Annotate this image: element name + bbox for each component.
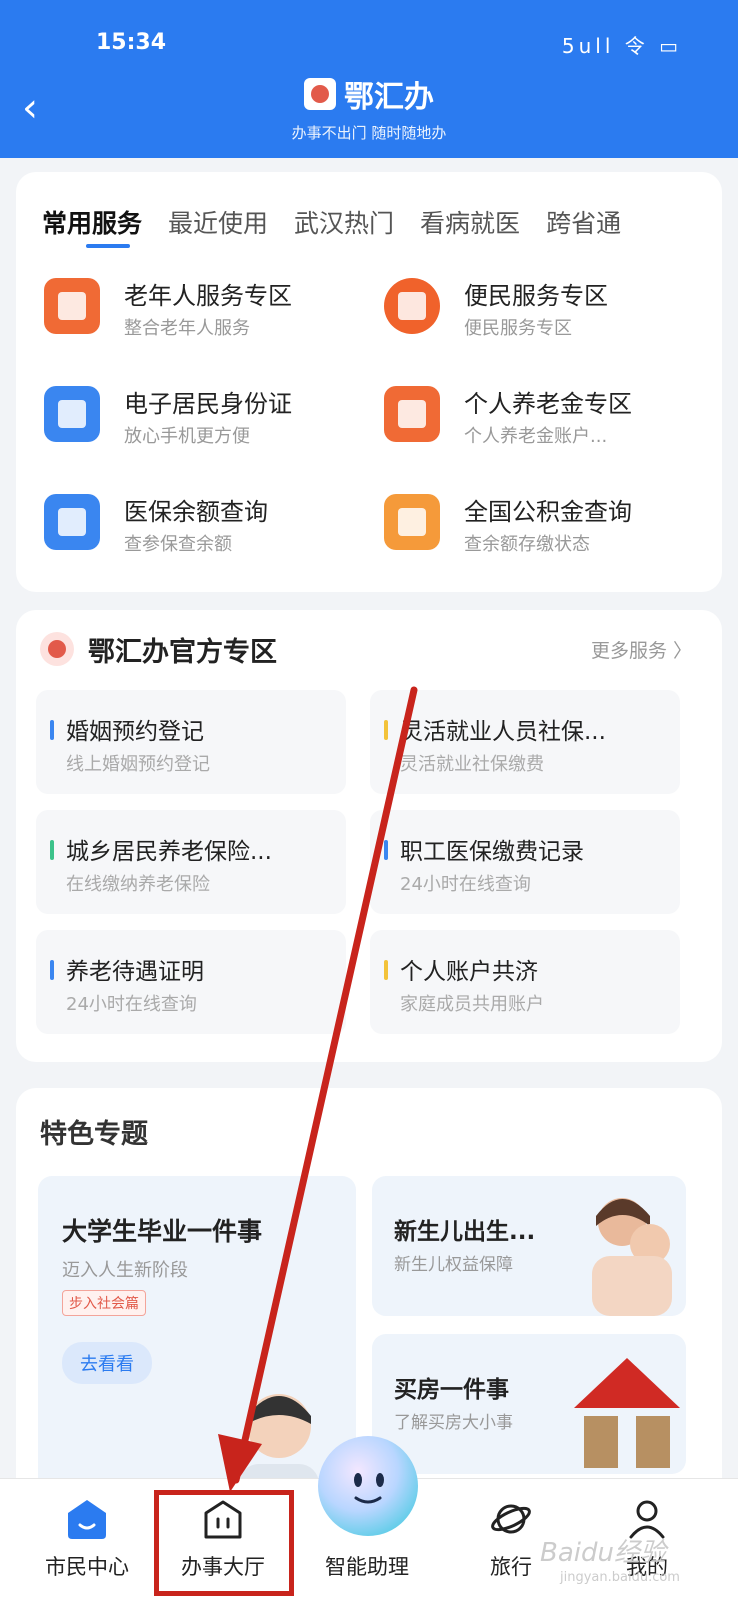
zone-item-pension-proof[interactable]: 养老待遇证明 24小时在线查询 xyxy=(36,930,346,1034)
mother-baby-illustration xyxy=(592,1198,672,1316)
tab-common-services[interactable]: 常用服务 xyxy=(42,204,142,240)
tab-citizen-center[interactable]: 市民中心 xyxy=(22,1493,152,1581)
tab-medical[interactable]: 看病就医 xyxy=(420,204,520,240)
feature-title: 新生儿出生... xyxy=(394,1219,536,1245)
service-convenience[interactable]: 便民服务专区 便民服务专区 xyxy=(368,264,688,354)
feature-newborn[interactable]: 新生儿出生... 新生儿权益保障 xyxy=(372,1176,686,1316)
tile-subtitle: 24小时在线查询 xyxy=(66,994,197,1015)
tile-subtitle: 在线缴纳养老保险 xyxy=(66,874,210,895)
service-title: 医保余额查询 xyxy=(124,498,268,526)
elderly-icon xyxy=(44,278,100,334)
top-header: 15:34 5ull 令 ▭ ‹ 鄂汇办 办事不出门 随时随地办 xyxy=(0,0,738,158)
watermark-text: Baidu经验 xyxy=(540,1538,666,1568)
tab-label: 市民中心 xyxy=(45,1555,129,1579)
service-title: 个人养老金专区 xyxy=(464,390,632,418)
featured-title: 特色专题 xyxy=(40,1119,148,1150)
service-medical-balance[interactable]: 医保余额查询 查参保查余额 xyxy=(28,480,348,570)
service-subtitle: 查参保查余额 xyxy=(124,534,232,555)
citizen-center-icon xyxy=(68,1500,106,1539)
status-time: 15:34 xyxy=(96,30,167,55)
tile-title: 养老待遇证明 xyxy=(66,959,204,985)
app-title: 鄂汇办 xyxy=(344,80,434,115)
tile-title: 城乡居民养老保险... xyxy=(66,839,272,865)
service-tabs: 常用服务 最近使用 武汉热门 看病就医 跨省通 xyxy=(42,204,621,240)
watermark-url: jingyan.baidu.com xyxy=(560,1570,680,1585)
service-title: 便民服务专区 xyxy=(464,282,608,310)
assistant-face-icon xyxy=(354,1473,384,1504)
smart-assistant-icon[interactable] xyxy=(318,1436,418,1536)
status-icons: 5ull 令 ▭ xyxy=(561,34,682,58)
zone-item-account-sharing[interactable]: 个人账户共济 家庭成员共用账户 xyxy=(370,930,680,1034)
go-see-button[interactable]: 去看看 xyxy=(62,1342,152,1384)
tab-recent[interactable]: 最近使用 xyxy=(168,204,268,240)
tab-cross-province[interactable]: 跨省通 xyxy=(546,204,621,240)
tile-accent xyxy=(50,720,54,740)
feature-buy-house[interactable]: 买房一件事 了解买房大小事 xyxy=(372,1334,686,1474)
service-elderly[interactable]: 老年人服务专区 整合老年人服务 xyxy=(28,264,348,354)
official-zone-card: 鄂汇办官方专区 更多服务 〉 婚姻预约登记 线上婚姻预约登记 灵活就业人员社保.… xyxy=(16,610,722,1062)
pension-icon xyxy=(384,386,440,442)
highlight-box xyxy=(154,1490,294,1596)
zone-item-marriage[interactable]: 婚姻预约登记 线上婚姻预约登记 xyxy=(36,690,346,794)
tile-subtitle: 线上婚姻预约登记 xyxy=(66,754,210,775)
medical-card-icon xyxy=(44,494,100,550)
app-logo-icon xyxy=(304,78,336,110)
common-services-card: 常用服务 最近使用 武汉热门 看病就医 跨省通 老年人服务专区 整合老年人服务 … xyxy=(16,172,722,592)
tile-accent xyxy=(384,720,388,740)
zone-item-resident-pension[interactable]: 城乡居民养老保险... 在线缴纳养老保险 xyxy=(36,810,346,914)
hands-icon xyxy=(384,278,440,334)
service-subtitle: 个人养老金账户... xyxy=(464,426,608,447)
service-title: 全国公积金查询 xyxy=(464,498,632,526)
travel-icon xyxy=(491,1504,531,1534)
tile-subtitle: 24小时在线查询 xyxy=(400,874,531,895)
service-title: 老年人服务专区 xyxy=(124,282,292,310)
active-tab-indicator xyxy=(86,244,130,248)
tile-accent xyxy=(50,960,54,980)
feature-subtitle: 了解买房大小事 xyxy=(394,1413,513,1433)
tab-wuhan-hot[interactable]: 武汉热门 xyxy=(294,204,394,240)
service-subtitle: 整合老年人服务 xyxy=(124,318,250,339)
service-subtitle: 放心手机更方便 xyxy=(124,426,250,447)
zone-item-medical-records[interactable]: 职工医保缴费记录 24小时在线查询 xyxy=(370,810,680,914)
app-brand: 鄂汇办 办事不出门 随时随地办 xyxy=(0,72,738,143)
service-title: 电子居民身份证 xyxy=(124,390,292,418)
tile-title: 个人账户共济 xyxy=(400,959,538,985)
service-housing-fund[interactable]: 全国公积金查询 查余额存缴状态 xyxy=(368,480,688,570)
house-coins-illustration xyxy=(574,1358,680,1468)
tile-accent xyxy=(384,840,388,860)
tab-label: 智能助理 xyxy=(325,1555,409,1579)
house-fund-icon xyxy=(384,494,440,550)
tile-accent xyxy=(50,840,54,860)
service-subtitle: 便民服务专区 xyxy=(464,318,572,339)
tile-accent xyxy=(384,960,388,980)
feature-badge: 步入社会篇 xyxy=(62,1290,146,1316)
service-pension[interactable]: 个人养老金专区 个人养老金账户... xyxy=(368,372,688,462)
tile-title: 婚姻预约登记 xyxy=(66,719,204,745)
tile-subtitle: 家庭成员共用账户 xyxy=(400,994,544,1015)
zone-item-flexible-employment[interactable]: 灵活就业人员社保... 灵活就业社保缴费 xyxy=(370,690,680,794)
feature-title: 买房一件事 xyxy=(394,1377,509,1403)
id-card-icon xyxy=(44,386,100,442)
service-e-id[interactable]: 电子居民身份证 放心手机更方便 xyxy=(28,372,348,462)
zone-title: 鄂汇办官方专区 xyxy=(88,637,277,668)
zone-logo-icon xyxy=(40,632,74,666)
app-slogan: 办事不出门 随时随地办 xyxy=(291,124,447,142)
tile-title: 职工医保缴费记录 xyxy=(400,839,584,865)
more-services-link[interactable]: 更多服务 〉 xyxy=(591,636,692,663)
feature-subtitle: 迈入人生新阶段 xyxy=(62,1260,188,1281)
tile-subtitle: 灵活就业社保缴费 xyxy=(400,754,544,775)
tile-title: 灵活就业人员社保... xyxy=(400,719,606,745)
feature-subtitle: 新生儿权益保障 xyxy=(394,1255,513,1275)
service-subtitle: 查余额存缴状态 xyxy=(464,534,590,555)
feature-title: 大学生毕业一件事 xyxy=(62,1217,263,1246)
